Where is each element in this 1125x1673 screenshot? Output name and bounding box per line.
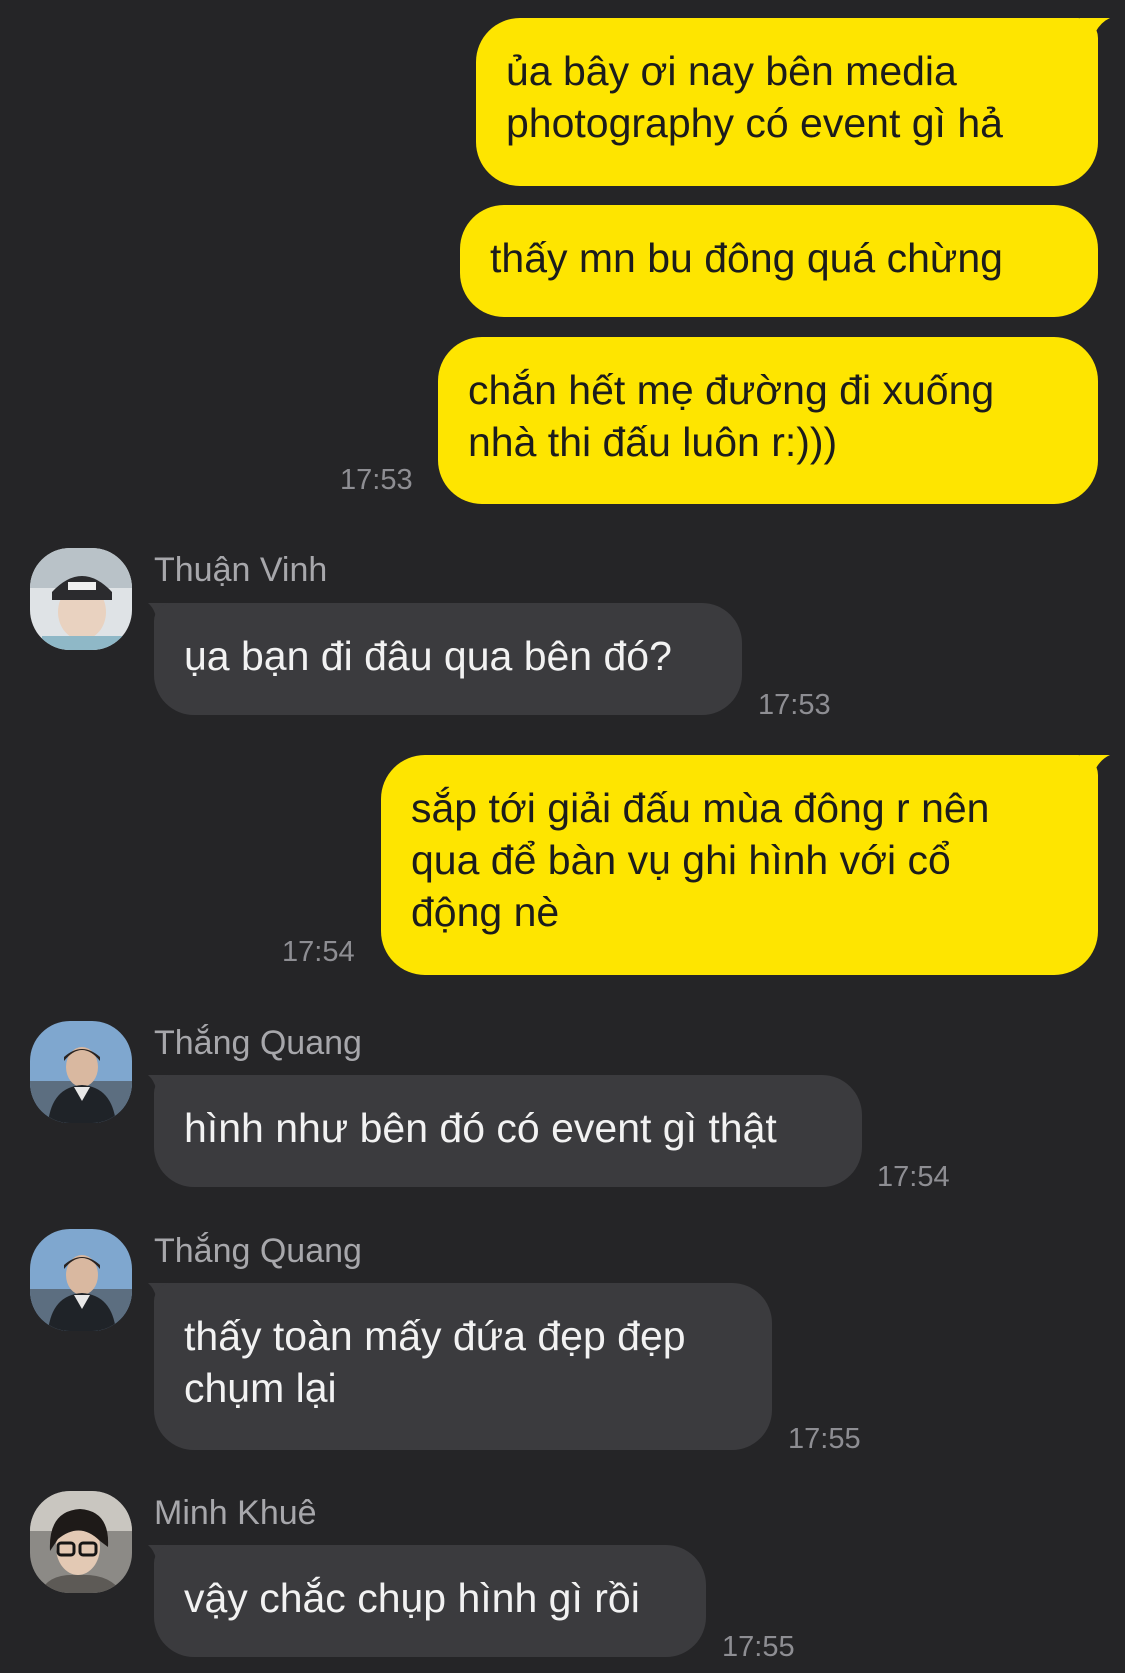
message-timestamp: 17:55	[722, 1631, 795, 1663]
message-bubble-outgoing[interactable]: thấy mn bu đông quá chừng	[460, 205, 1098, 317]
sender-name: Minh Khuê	[154, 1494, 317, 1532]
message-timestamp: 17:53	[758, 689, 831, 721]
message-timestamp: 17:53	[340, 464, 413, 496]
message-timestamp: 17:54	[877, 1161, 950, 1193]
message-bubble-incoming[interactable]: ụa bạn đi đâu qua bên đó?	[154, 603, 742, 715]
message-timestamp: 17:55	[788, 1423, 861, 1455]
message-bubble-incoming[interactable]: vậy chắc chụp hình gì rồi	[154, 1545, 706, 1657]
avatar-thuan-vinh[interactable]	[30, 548, 132, 650]
avatar-minh-khue[interactable]	[30, 1491, 132, 1593]
bubble-tail-icon	[1080, 18, 1110, 58]
message-bubble-outgoing[interactable]: chắn hết mẹ đường đi xuống nhà thi đấu l…	[438, 337, 1098, 504]
message-bubble-outgoing[interactable]: sắp tới giải đấu mùa đông r nên qua để b…	[381, 755, 1098, 975]
message-timestamp: 17:54	[282, 936, 355, 968]
message-bubble-incoming[interactable]: thấy toàn mấy đứa đẹp đẹp chụm lại	[154, 1283, 772, 1450]
sender-name: Thắng Quang	[154, 1232, 362, 1270]
message-bubble-outgoing[interactable]: ủa bây ơi nay bên media photography có e…	[476, 18, 1098, 186]
sender-name: Thắng Quang	[154, 1024, 362, 1062]
sender-name: Thuận Vinh	[154, 551, 328, 589]
avatar-thang-quang[interactable]	[30, 1229, 132, 1331]
avatar-thang-quang[interactable]	[30, 1021, 132, 1123]
message-bubble-incoming[interactable]: hình như bên đó có event gì thật	[154, 1075, 862, 1187]
bubble-tail-icon	[1080, 755, 1110, 795]
